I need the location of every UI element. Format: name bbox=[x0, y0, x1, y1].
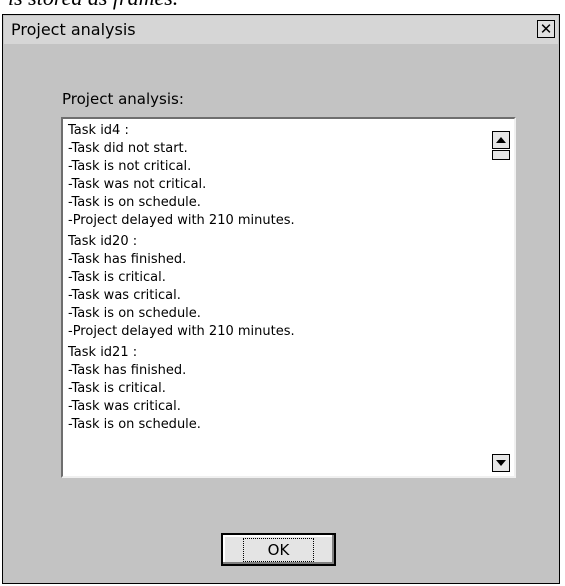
task-status-line: -Task is not critical. bbox=[68, 159, 192, 174]
ok-button[interactable]: OK bbox=[221, 533, 336, 566]
arrow-up-icon bbox=[496, 137, 506, 143]
close-button[interactable]: ✕ bbox=[537, 20, 555, 38]
task-status-line: -Task did not start. bbox=[68, 141, 188, 156]
task-status-line: -Task was critical. bbox=[68, 288, 181, 303]
task-status-line: -Task was critical. bbox=[68, 399, 181, 414]
task-block: Task id20 : -Task has finished. -Task is c… bbox=[68, 233, 484, 341]
task-header: Task id20 : bbox=[68, 234, 138, 249]
window-title: Project analysis bbox=[11, 20, 136, 39]
title-bar: Project analysis ✕ bbox=[4, 16, 558, 44]
task-header: Task id4 : bbox=[68, 123, 129, 138]
analysis-listbox[interactable]: Task id4 : -Task did not start. -Task is n… bbox=[61, 117, 516, 478]
task-block: Task id21 : -Task has finished. -Task is c… bbox=[68, 344, 484, 434]
task-status-line: -Task has finished. bbox=[68, 252, 187, 267]
task-block: Task id4 : -Task did not start. -Task is n… bbox=[68, 122, 484, 230]
task-status-line: -Project delayed with 210 minutes. bbox=[68, 213, 295, 228]
task-status-line: -Task has finished. bbox=[68, 363, 187, 378]
analysis-text: Task id4 : -Task did not start. -Task is n… bbox=[68, 122, 484, 437]
task-status-line: -Task was not critical. bbox=[68, 177, 207, 192]
task-status-line: -Project delayed with 210 minutes. bbox=[68, 324, 295, 339]
project-analysis-dialog: Project analysis ✕ Project analysis: Tas… bbox=[2, 14, 560, 584]
task-status-line: -Task is critical. bbox=[68, 381, 166, 396]
task-header: Task id21 : bbox=[68, 345, 138, 360]
analysis-label: Project analysis: bbox=[62, 90, 184, 108]
task-status-line: -Task is critical. bbox=[68, 270, 166, 285]
ok-button-label: OK bbox=[242, 537, 315, 562]
task-status-line: -Task is on schedule. bbox=[68, 195, 201, 210]
vertical-scrollbar[interactable] bbox=[488, 119, 514, 476]
document-caption-fragment: is stored as frames. bbox=[8, 0, 178, 11]
scroll-up-button[interactable] bbox=[492, 131, 510, 149]
scroll-down-button[interactable] bbox=[492, 454, 510, 472]
task-status-line: -Task is on schedule. bbox=[68, 306, 201, 321]
arrow-down-icon bbox=[496, 460, 506, 466]
close-icon: ✕ bbox=[539, 19, 553, 38]
task-status-line: -Task is on schedule. bbox=[68, 417, 201, 432]
scroll-thumb[interactable] bbox=[492, 150, 510, 160]
